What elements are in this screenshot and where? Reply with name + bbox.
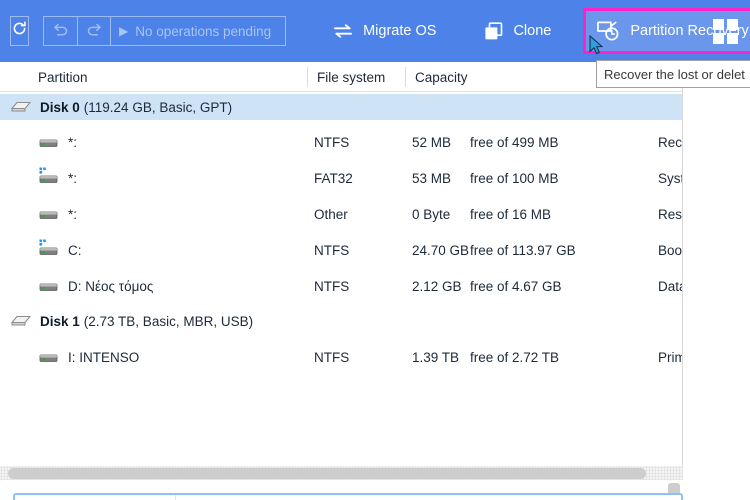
partition-name-cell: C: bbox=[38, 237, 82, 263]
windows-logo-icon bbox=[712, 18, 738, 44]
partition-filesystem-cell: NTFS bbox=[314, 349, 350, 365]
partition-free-cell: free of 4.67 GB bbox=[470, 278, 562, 294]
horizontal-scrollbar-thumb[interactable] bbox=[8, 468, 646, 479]
partition-filesystem-cell: NTFS bbox=[314, 278, 350, 294]
partition-capacity-cell: 0 Byte bbox=[412, 206, 451, 222]
disk-row[interactable]: Disk 1 (2.73 TB, Basic, MBR, USB) bbox=[0, 308, 682, 334]
partition-icon bbox=[38, 135, 60, 149]
partition-capacity-cell: 52 MB bbox=[412, 134, 452, 150]
partition-label: C: bbox=[68, 242, 82, 258]
redo-button[interactable] bbox=[77, 16, 111, 46]
partition-label: *: bbox=[68, 170, 78, 186]
partition-free-cell: free of 100 MB bbox=[470, 170, 559, 186]
partition-row[interactable]: D: Νέος τόμος NTFS 2.12 GB free of 4.67 GB D… bbox=[0, 273, 682, 299]
partition-icon bbox=[38, 207, 60, 221]
column-header-partition[interactable]: Partition bbox=[28, 62, 88, 92]
partition-capacity-cell: 53 MB bbox=[412, 170, 452, 186]
partition-row[interactable]: C: NTFS 24.70 GB free of 113.97 GB Boo bbox=[0, 237, 683, 263]
disk-icon bbox=[10, 314, 32, 328]
partition-name-cell: *: bbox=[38, 201, 77, 227]
partition-capacity-cell: 1.39 TB bbox=[412, 349, 460, 365]
refresh-button[interactable] bbox=[10, 16, 29, 46]
migrate-os-button[interactable]: Migrate OS bbox=[322, 11, 446, 51]
partition-capacity-cell: 2.12 GB bbox=[412, 278, 462, 294]
clone-icon bbox=[484, 21, 504, 41]
undo-redo-group bbox=[43, 16, 111, 46]
partition-list: Partition File system Capacity Disk 0 (11… bbox=[0, 62, 683, 466]
partition-icon bbox=[38, 167, 60, 185]
clone-label: Clone bbox=[513, 23, 552, 39]
partition-name-cell: D: Νέος τόμος bbox=[38, 273, 153, 299]
disk-label: Disk 0 bbox=[40, 99, 80, 115]
partition-type-cell: Reco bbox=[658, 134, 683, 150]
disk-name-cell: Disk 0 (119.24 GB, Basic, GPT) bbox=[10, 94, 232, 120]
partition-row[interactable]: *: FAT32 53 MB free of 100 MB Syst bbox=[0, 165, 683, 191]
partition-type-cell: Prim bbox=[658, 349, 683, 365]
disk-info-label: (119.24 GB, Basic, GPT) bbox=[83, 99, 233, 115]
partition-label: *: bbox=[68, 134, 78, 150]
apply-operations-button[interactable]: ▶ No operations pending bbox=[111, 16, 287, 46]
partition-list-body: Disk 0 (119.24 GB, Basic, GPT) *: NTFS 52 MB… bbox=[0, 92, 682, 465]
column-header-filesystem[interactable]: File system bbox=[307, 62, 385, 92]
tooltip-text: Recover the lost or delet bbox=[604, 66, 745, 82]
partition-name-cell: *: bbox=[38, 129, 77, 155]
disk-row[interactable]: Disk 0 (119.24 GB, Basic, GPT) bbox=[0, 94, 682, 120]
partition-label: D: Νέος τόμος bbox=[68, 278, 154, 294]
play-icon: ▶ bbox=[119, 24, 129, 38]
partition-icon bbox=[38, 239, 60, 257]
horizontal-scrollbar[interactable] bbox=[0, 466, 683, 480]
column-header-filesystem-label: File system bbox=[317, 69, 386, 85]
migrate-os-label: Migrate OS bbox=[363, 23, 437, 39]
partition-free-cell: free of 499 MB bbox=[470, 134, 559, 150]
column-header-partition-label: Partition bbox=[38, 69, 88, 85]
disk-icon bbox=[10, 100, 32, 114]
partition-type-cell: Data bbox=[658, 278, 682, 294]
refresh-icon bbox=[11, 20, 28, 42]
partition-name-cell: I: INTENSO bbox=[38, 344, 139, 370]
partition-filesystem-cell: NTFS bbox=[314, 242, 350, 258]
partition-type-cell: Syst bbox=[658, 170, 683, 186]
disk-name-cell: Disk 1 (2.73 TB, Basic, MBR, USB) bbox=[10, 308, 253, 334]
partition-manager-window: ▶ No operations pending Migrate OS Clone… bbox=[0, 0, 750, 500]
partition-row[interactable]: *: Other 0 Byte free of 16 MB Rese bbox=[0, 201, 683, 227]
partition-recovery-icon bbox=[596, 20, 621, 42]
redo-icon bbox=[85, 21, 103, 42]
partition-label: *: bbox=[68, 206, 78, 222]
partition-type-cell: Boo bbox=[658, 242, 683, 258]
migrate-os-icon bbox=[332, 22, 354, 40]
column-header-capacity[interactable]: Capacity bbox=[405, 62, 468, 92]
partition-icon bbox=[38, 279, 60, 293]
column-header-capacity-label: Capacity bbox=[415, 69, 468, 85]
undo-icon bbox=[52, 21, 70, 42]
pending-operations-label: No operations pending bbox=[135, 23, 272, 39]
partition-free-cell: free of 16 MB bbox=[470, 206, 552, 222]
main-toolbar: ▶ No operations pending Migrate OS Clone… bbox=[0, 0, 750, 62]
partition-filesystem-cell: FAT32 bbox=[314, 170, 353, 186]
disk-info-label: (2.73 TB, Basic, MBR, USB) bbox=[83, 313, 254, 329]
partition-free-cell: free of 113.97 GB bbox=[470, 242, 576, 258]
windows-logo-button[interactable] bbox=[708, 15, 742, 47]
right-gutter bbox=[684, 62, 750, 500]
partition-type-cell: Rese bbox=[658, 206, 683, 222]
partition-name-cell: *: bbox=[38, 165, 77, 191]
partition-row[interactable]: I: INTENSO NTFS 1.39 TB free of 2.72 TB Prim bbox=[0, 344, 683, 370]
partition-free-cell: free of 2.72 TB bbox=[470, 349, 560, 365]
column-divider[interactable] bbox=[307, 67, 308, 87]
clone-button[interactable]: Clone bbox=[474, 11, 561, 51]
undo-button[interactable] bbox=[43, 16, 77, 46]
partition-filesystem-cell: Other bbox=[314, 206, 348, 222]
partition-row[interactable]: *: NTFS 52 MB free of 499 MB Reco bbox=[0, 129, 683, 155]
partition-label: I: INTENSO bbox=[68, 349, 140, 365]
partition-list-header: Partition File system Capacity bbox=[0, 62, 682, 92]
disk-label: Disk 1 bbox=[40, 313, 80, 329]
column-divider[interactable] bbox=[405, 67, 406, 87]
bottom-panel bbox=[13, 493, 683, 500]
partition-recovery-tooltip: Recover the lost or delet bbox=[596, 60, 750, 88]
partition-icon bbox=[38, 350, 60, 364]
partition-filesystem-cell: NTFS bbox=[314, 134, 350, 150]
partition-capacity-cell: 24.70 GB bbox=[412, 242, 470, 258]
bottom-panel-divider bbox=[175, 495, 176, 500]
